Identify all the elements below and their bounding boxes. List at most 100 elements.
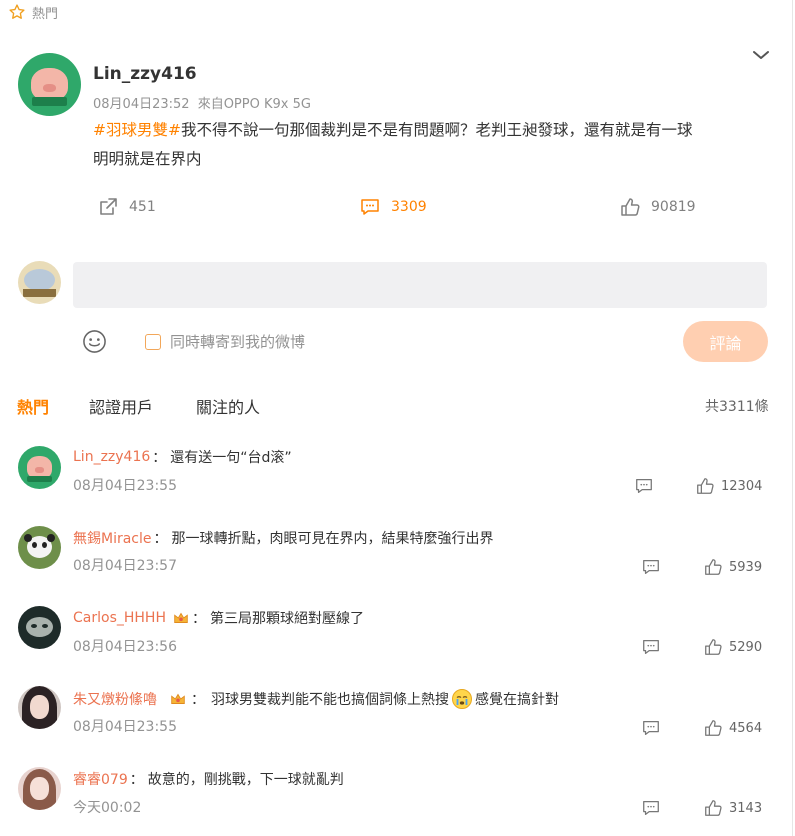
my-avatar-shape xyxy=(24,269,55,291)
reply-icon[interactable] xyxy=(641,718,661,738)
commenter-avatar[interactable] xyxy=(18,606,61,649)
crying-emoji-icon xyxy=(452,689,472,709)
avatar-eye-left xyxy=(31,624,37,628)
comment-separator: ： xyxy=(152,450,167,466)
panel-right-border xyxy=(792,0,793,836)
comment-text-tail: 感覺在搞針對 xyxy=(475,692,559,708)
my-avatar-band xyxy=(23,289,56,297)
comment-count: 3309 xyxy=(391,199,427,215)
comment-like-button[interactable]: 4564 xyxy=(703,718,762,738)
reply-icon[interactable] xyxy=(634,476,654,496)
comment-like-count: 5939 xyxy=(729,559,763,575)
tab-following[interactable]: 關注的人 xyxy=(196,394,260,418)
panda-eye-right xyxy=(42,542,47,548)
tab-hot[interactable]: 熱門 xyxy=(17,394,49,418)
reply-icon[interactable] xyxy=(641,637,661,657)
panda-ear-right xyxy=(47,534,55,542)
comment-text: 那一球轉折點，肉眼可見在界内，結果特麼強行出界 xyxy=(171,531,494,547)
comment-like-button[interactable]: 5290 xyxy=(703,637,762,657)
commenter-name[interactable]: 無錫Miracle xyxy=(73,528,152,548)
list-item: 無錫Miracle ： 那一球轉折點，肉眼可見在界内，結果特麼強行出界 xyxy=(73,528,494,548)
like-button[interactable]: 90819 xyxy=(619,196,696,218)
commenter-avatar[interactable] xyxy=(18,526,61,569)
post-text: #羽球男雙#我不得不說一句那個裁判是不是有問題啊？老判王昶發球，還有就是有一球 … xyxy=(93,116,768,174)
hot-tag: 熱門 xyxy=(8,2,58,22)
commenter-avatar[interactable] xyxy=(18,767,61,810)
post-text-line1: 我不得不說一句那個裁判是不是有問題啊？老判王昶發球，還有就是有一球 xyxy=(180,121,693,139)
comment-text: 還有送一句“台d滚” xyxy=(170,450,292,466)
post-hashtag[interactable]: #羽球男雙# xyxy=(93,121,181,139)
commenter-name[interactable]: 睿睿079 xyxy=(73,769,128,789)
comment-time: 08月04日23:57 xyxy=(73,558,177,574)
comment-separator: ： xyxy=(153,531,168,547)
comment-like-count: 3143 xyxy=(729,800,763,816)
commenter-name[interactable]: 朱又燉粉絛嚕 xyxy=(73,689,157,709)
like-count: 90819 xyxy=(651,199,696,215)
checkbox-box[interactable] xyxy=(145,333,161,350)
hot-tag-label: 熱門 xyxy=(32,6,59,22)
comment-time: 08月04日23:55 xyxy=(73,719,177,735)
avatar-plate xyxy=(27,476,52,483)
crown-badge-icon xyxy=(171,693,185,704)
comment-time: 今天00:02 xyxy=(73,800,142,816)
thumbs-up-icon xyxy=(705,559,722,575)
list-item: 朱又燉粉絛嚕 ： 羽球男雙裁判能不能也搞個詞條上熱搜 感覺在搞針對 xyxy=(73,688,559,710)
post-time: 08月04日23:52 xyxy=(93,97,190,112)
comment-input[interactable] xyxy=(73,262,767,308)
thumbs-up-icon xyxy=(705,720,722,736)
reply-icon[interactable] xyxy=(641,557,661,577)
thumbs-up-icon xyxy=(705,639,722,655)
tab-verified-users[interactable]: 認證用戶 xyxy=(89,394,153,418)
comment-text: 羽球男雙裁判能不能也搞個詞條上熱搜 xyxy=(211,692,449,708)
comment-time: 08月04日23:55 xyxy=(73,478,177,494)
post-meta: 08月04日23:52 來自OPPO K9x 5G xyxy=(93,93,311,112)
comment-icon xyxy=(361,199,379,215)
sync-label: 同時轉寄到我的微博 xyxy=(170,333,306,351)
comment-separator: ： xyxy=(129,772,144,788)
my-avatar[interactable] xyxy=(18,261,61,304)
avatar-face xyxy=(26,617,53,637)
star-outline-icon xyxy=(9,4,25,19)
list-item: Lin_zzy416 ： 還有送一句“台d滚” xyxy=(73,447,292,467)
thumbs-up-icon xyxy=(705,800,722,816)
commenter-name[interactable]: Carlos_HHHH xyxy=(73,610,166,626)
commenter-name[interactable]: Lin_zzy416 xyxy=(73,449,150,465)
comment-separator: ： xyxy=(191,692,205,708)
post-text-line2: 明明就是在界内 xyxy=(93,150,202,168)
comment-button[interactable]: 3309 xyxy=(359,196,427,218)
sync-to-weibo-checkbox[interactable]: 同時轉寄到我的微博 xyxy=(145,331,305,352)
repost-count: 451 xyxy=(129,199,156,215)
avatar-face xyxy=(30,695,49,719)
comment-separator: ： xyxy=(191,611,206,627)
commenter-avatar[interactable] xyxy=(18,446,61,489)
comment-like-count: 4564 xyxy=(729,720,763,736)
thumbs-up-icon xyxy=(621,198,640,216)
emoji-icon[interactable] xyxy=(82,329,107,354)
crown-badge-icon xyxy=(174,612,188,623)
comment-like-button[interactable]: 3143 xyxy=(703,798,762,818)
comment-time: 08月04日23:56 xyxy=(73,639,177,655)
comment-like-button[interactable]: 12304 xyxy=(695,476,762,496)
post-author-name[interactable]: Lin_zzy416 xyxy=(93,64,197,84)
comment-text: 故意的，剛挑戰，下一球就亂判 xyxy=(147,772,344,788)
post-author-avatar[interactable] xyxy=(18,53,81,116)
comment-total: 共3311條 xyxy=(705,399,769,415)
list-item: 睿睿079 ： 故意的，剛挑戰，下一球就亂判 xyxy=(73,769,344,789)
post-source: 來自OPPO K9x 5G xyxy=(197,97,311,112)
list-item: Carlos_HHHH ： 第三局那顆球絕對壓線了 xyxy=(73,608,364,628)
comment-text: 第三局那顆球絕對壓線了 xyxy=(209,611,364,627)
submit-comment-button[interactable]: 評論 xyxy=(683,321,768,362)
panda-eye-left xyxy=(32,542,37,548)
repost-icon xyxy=(100,198,117,215)
thumbs-up-icon xyxy=(697,478,714,494)
avatar-plate xyxy=(31,97,68,106)
comment-like-button[interactable]: 5939 xyxy=(703,557,762,577)
repost-button[interactable]: 451 xyxy=(97,196,156,218)
comment-like-count: 12304 xyxy=(721,478,763,494)
chevron-down-icon[interactable] xyxy=(752,46,770,64)
commenter-avatar[interactable] xyxy=(18,686,61,729)
comment-like-count: 5290 xyxy=(729,639,763,655)
reply-icon[interactable] xyxy=(641,798,661,818)
avatar-eye-right xyxy=(42,624,48,628)
panda-ear-left xyxy=(24,534,32,542)
